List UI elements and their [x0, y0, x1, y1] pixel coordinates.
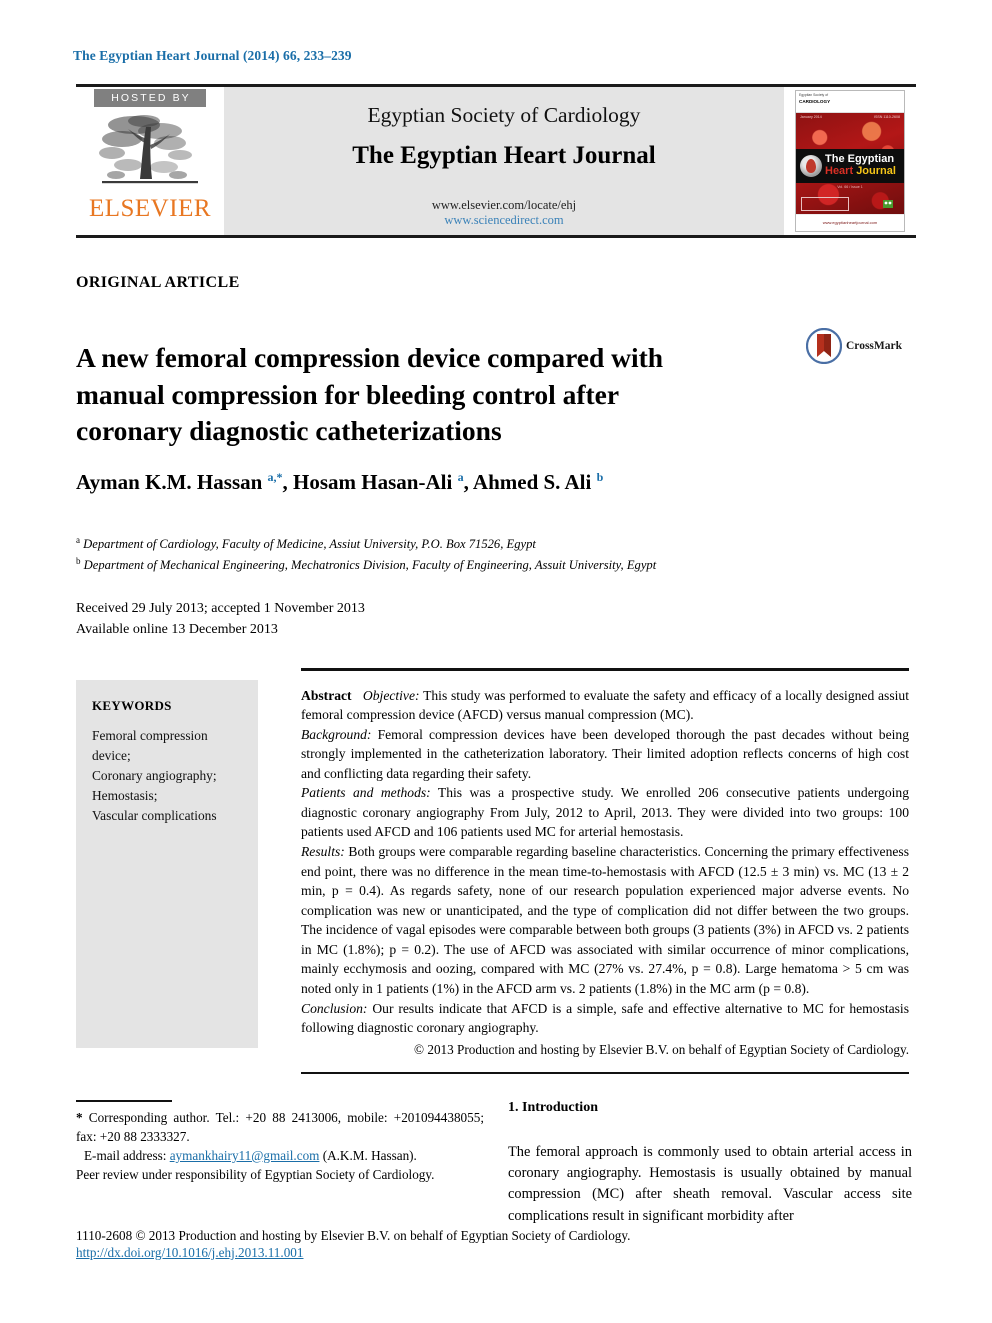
page-title: A new femoral compression device compare…	[76, 342, 664, 447]
elsevier-locate-link[interactable]: www.elsevier.com/locate/ehj	[432, 198, 576, 214]
affiliation-a-text: Department of Cardiology, Faculty of Med…	[83, 537, 536, 552]
received-date: Received 29 July 2013; accepted 1 Novemb…	[76, 601, 365, 616]
affiliation-b-marker: b	[76, 555, 81, 566]
keyword-item: Femoral compression device;	[92, 728, 208, 764]
abstract-label: Abstract	[301, 687, 352, 703]
affiliation-a: a Department of Cardiology, Faculty of M…	[76, 534, 896, 555]
abstract-conclusion-text: Our results indicate that AFCD is a simp…	[301, 1000, 909, 1036]
cover-title-band: The Egyptian Heart Journal	[796, 149, 904, 183]
keywords-heading: KEYWORDS	[92, 698, 172, 713]
corresponding-author-text: Corresponding author. Tel.: +20 88 24130…	[76, 1109, 484, 1144]
cover-masthead: Egyptian Society of CARDIOLOGY	[796, 91, 904, 113]
journal-name: The Egyptian Heart Journal	[352, 142, 656, 169]
keyword-item: Hemostasis;	[92, 788, 158, 804]
sciencedirect-link[interactable]: www.sciencedirect.com	[432, 213, 576, 229]
abstract-section: Background: Femoral compression devices …	[301, 725, 909, 784]
keywords-box: KEYWORDS Femoral compression device; Cor…	[76, 680, 258, 1048]
author-list: Ayman K.M. Hassan a,*, Hosam Hasan-Ali a…	[76, 470, 604, 494]
abstract-methods-label: Patients and methods:	[301, 785, 431, 801]
abstract-section: Results: Both groups were comparable reg…	[301, 842, 909, 999]
abstract-background-label: Background:	[301, 726, 372, 742]
cover-logo-box	[801, 197, 849, 211]
cover-volume: Vol. 66 / Issue 1	[837, 185, 863, 189]
available-online-date: Available online 13 December 2013	[76, 622, 278, 637]
elsevier-tree-icon	[99, 115, 198, 184]
abstract-conclusion-label: Conclusion:	[301, 1000, 368, 1016]
footnote-separator-rule	[76, 1100, 172, 1102]
affiliation-a-marker: a	[76, 535, 80, 545]
keywords-list: Femoral compression device; Coronary ang…	[92, 726, 248, 827]
journal-cover-thumbnail: Egyptian Society of CARDIOLOGY January 2…	[795, 90, 905, 232]
email-label: E-mail address:	[84, 1147, 167, 1163]
cover-issn: ISSN 1110-2608	[873, 115, 900, 119]
email-link[interactable]: aymankhairy11@gmail.com	[170, 1148, 320, 1163]
abstract-section: Abstract Objective: This study was perfo…	[301, 686, 909, 725]
cover-date-bar: January 2014 ISSN 1110-2608	[796, 115, 904, 123]
crossmark-badge[interactable]: CrossMark	[806, 328, 902, 364]
article-type-label: ORIGINAL ARTICLE	[76, 274, 240, 291]
affiliations: a Department of Cardiology, Faculty of M…	[76, 534, 896, 575]
email-owner: (A.K.M. Hassan).	[322, 1147, 417, 1163]
hosted-by-badge: HOSTED BY	[94, 89, 206, 107]
abstract-block: Abstract Objective: This study was perfo…	[301, 668, 909, 1075]
email-note: E-mail address: aymankhairy11@gmail.com …	[76, 1146, 484, 1165]
introduction-section: 1. Introduction The femoral approach is …	[508, 1100, 912, 1227]
affiliation-b-text: Department of Mechanical Engineering, Me…	[83, 557, 657, 572]
introduction-heading: 1. Introduction	[508, 1100, 598, 1115]
crossmark-icon	[806, 328, 842, 364]
journal-banner: HOSTED BY ELSEVIER Egyptian Society of C…	[76, 84, 916, 238]
abstract-body: Abstract Objective: This study was perfo…	[301, 671, 909, 1059]
page-footer: 1110-2608 © 2013 Production and hosting …	[76, 1228, 916, 1262]
running-head: The Egyptian Heart Journal (2014) 66, 23…	[73, 48, 352, 63]
banner-center: Egyptian Society of Cardiology The Egypt…	[224, 87, 784, 235]
cover-cardiology-line: CARDIOLOGY	[799, 99, 831, 104]
banner-bottom-rule	[76, 235, 916, 238]
issn-copyright-line: 1110-2608 © 2013 Production and hosting …	[76, 1228, 631, 1243]
elsevier-wordmark: ELSEVIER	[88, 195, 212, 222]
corresponding-author-note: * Corresponding author. Tel.: +20 88 241…	[76, 1108, 484, 1146]
cover-seal-icon	[800, 155, 822, 177]
journal-article-page: The Egyptian Heart Journal (2014) 66, 23…	[0, 0, 992, 1323]
abstract-results-label: Results:	[301, 844, 345, 859]
cover-title-heart: Heart	[825, 165, 854, 177]
crossmark-label: CrossMark	[846, 340, 903, 352]
abstract-bottom-rule	[301, 1071, 909, 1075]
publisher-logo-block: HOSTED BY ELSEVIER	[76, 87, 224, 235]
abstract-section: Patients and methods: This was a prospec…	[301, 783, 909, 842]
footnotes-block: * Corresponding author. Tel.: +20 88 241…	[76, 1100, 484, 1184]
abstract-copyright: © 2013 Production and hosting by Elsevie…	[414, 1041, 909, 1057]
abstract-results-text: Both groups were comparable regarding ba…	[301, 844, 910, 996]
cover-date: January 2014	[800, 115, 822, 119]
cover-website: www.egyptianheartjournal.com	[796, 214, 904, 231]
keyword-item: Coronary angiography;	[92, 768, 217, 784]
cover-society-line: Egyptian Society of	[799, 93, 829, 97]
keyword-item: Vascular complications	[92, 808, 217, 824]
doi-link[interactable]: http://dx.doi.org/10.1016/j.ehj.2013.11.…	[76, 1245, 303, 1260]
abstract-objective-label: Objective:	[362, 687, 420, 703]
cover-title-journal: Journal	[856, 165, 896, 177]
corresponding-author-star: *	[76, 1109, 83, 1125]
journal-cover-block: Egyptian Society of CARDIOLOGY January 2…	[784, 87, 916, 235]
publication-dates: Received 29 July 2013; accepted 1 Novemb…	[76, 598, 365, 640]
abstract-background-text: Femoral compression devices have been de…	[301, 726, 909, 781]
society-name: Egyptian Society of Cardiology	[367, 103, 641, 127]
cover-green-logo-icon	[883, 200, 893, 208]
affiliation-b: b Department of Mechanical Engineering, …	[76, 555, 896, 576]
abstract-section: Conclusion: Our results indicate that AF…	[301, 999, 909, 1038]
peer-review-note: Peer review under responsibility of Egyp…	[76, 1166, 435, 1182]
introduction-paragraph: The femoral approach is commonly used to…	[508, 1144, 912, 1224]
